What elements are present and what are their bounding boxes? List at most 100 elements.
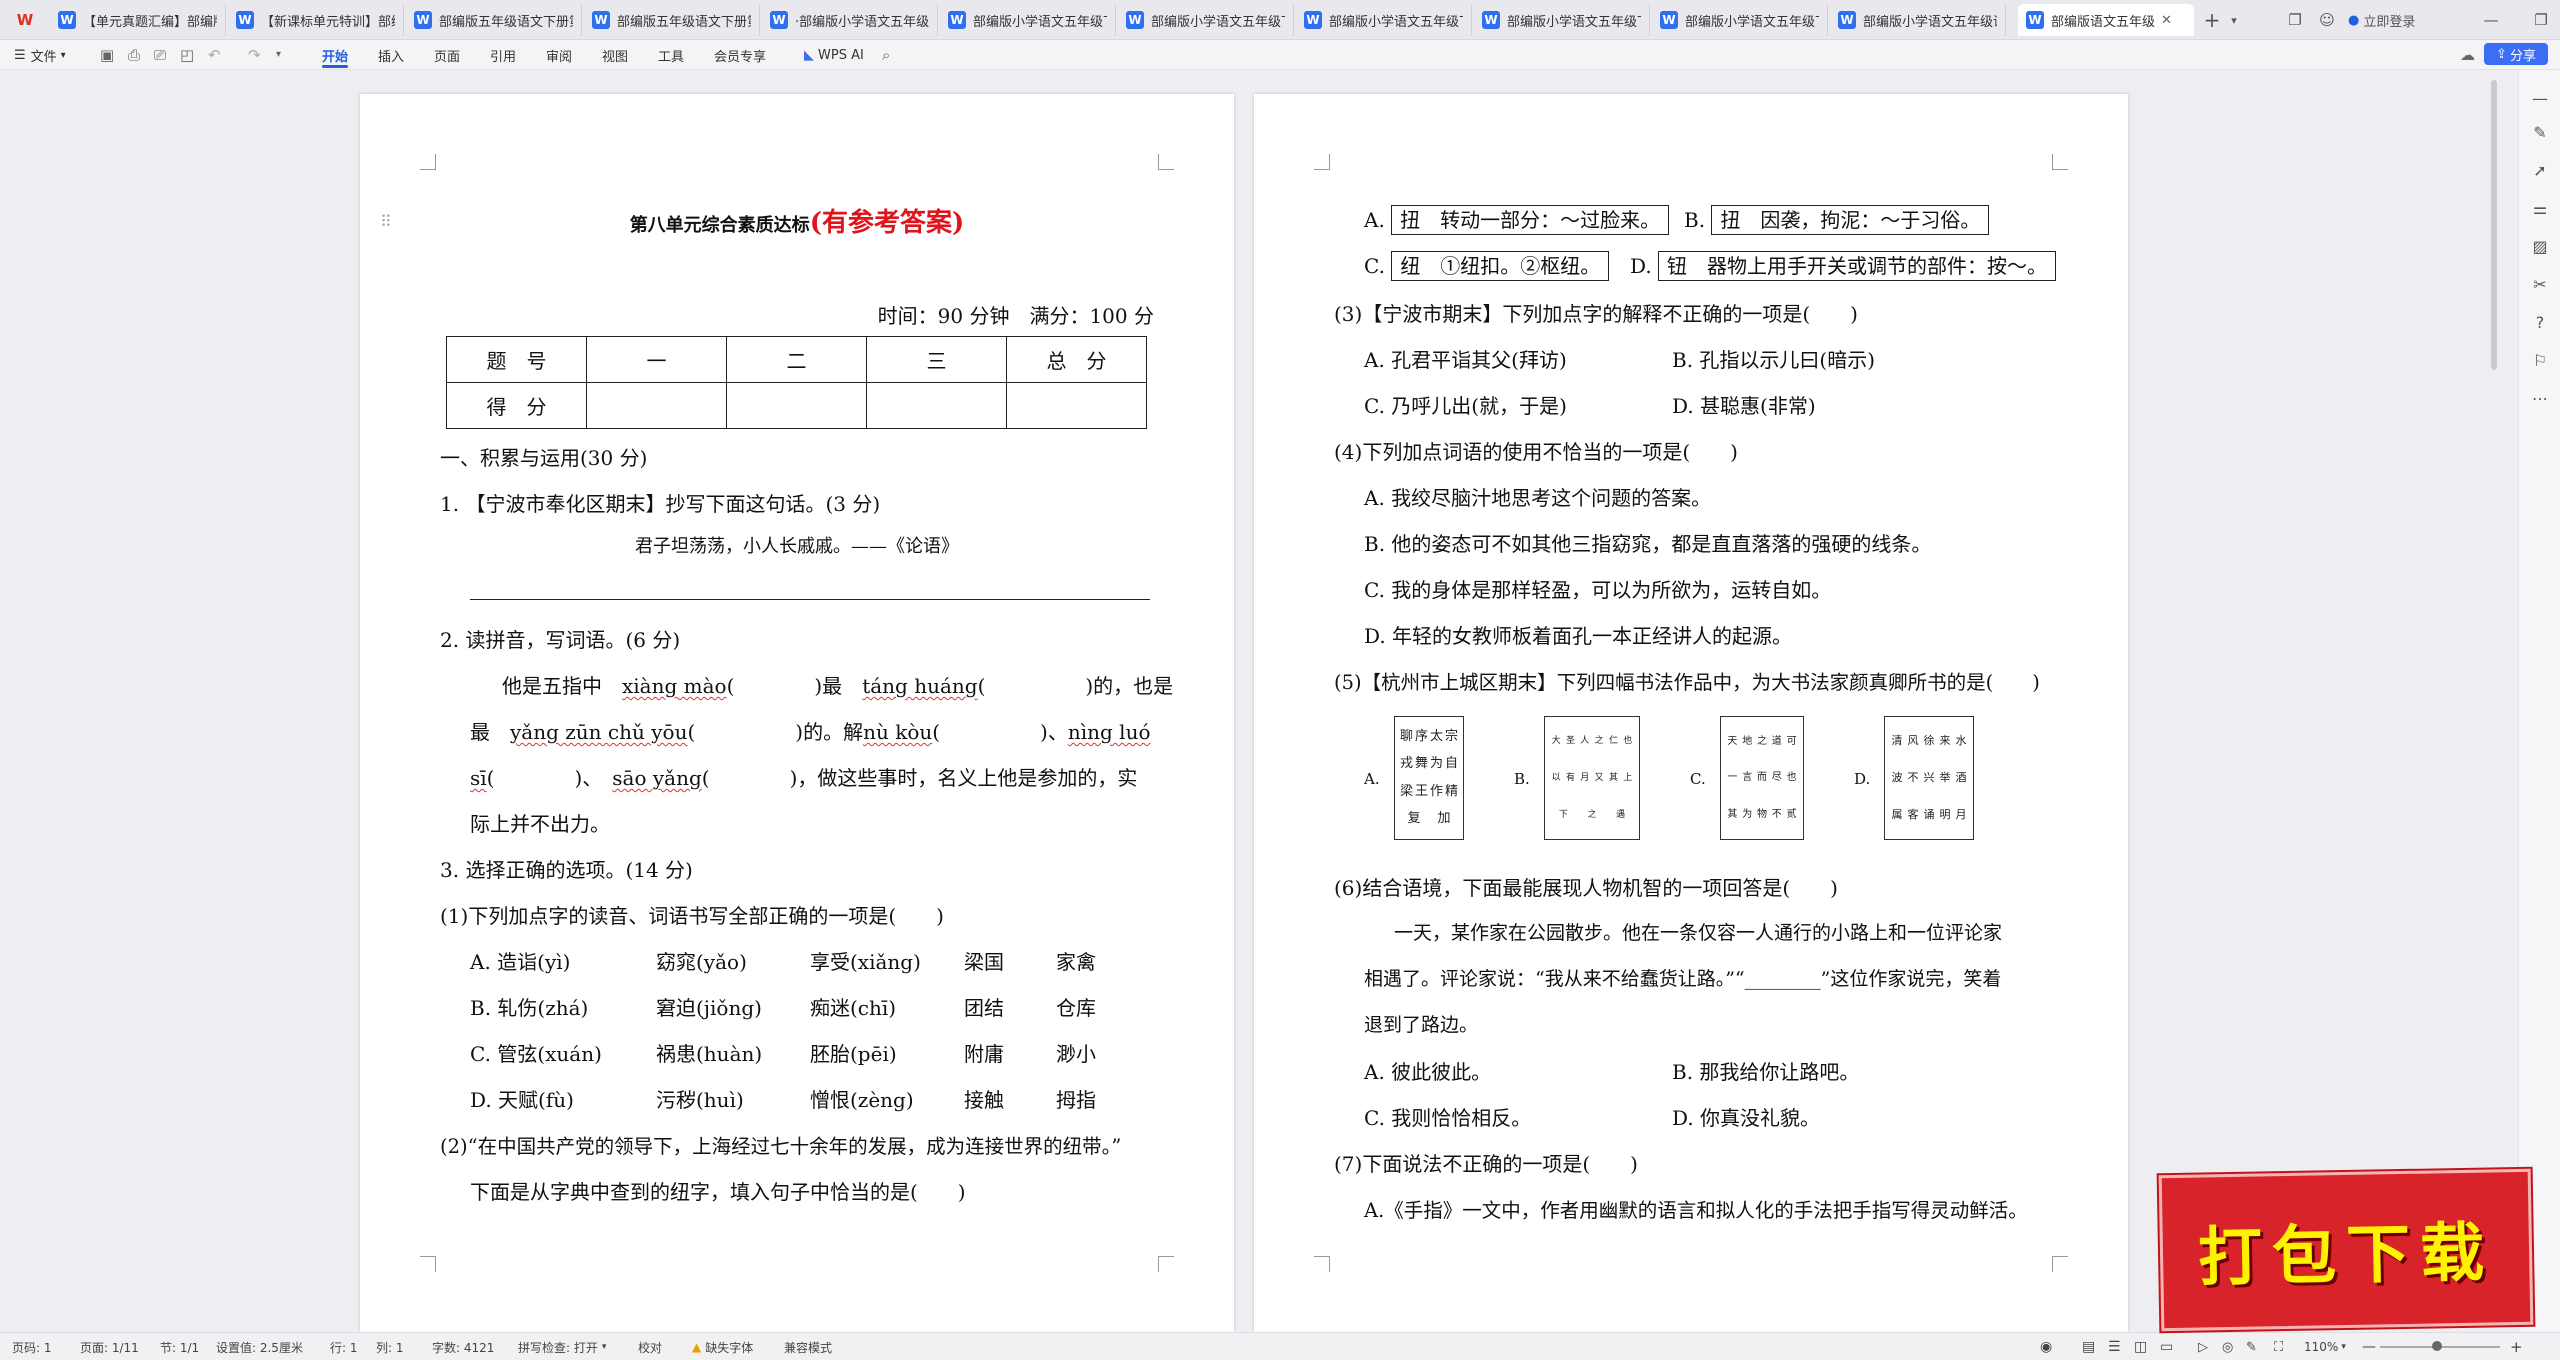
document-page-2[interactable]: A. 扭 转动一部分：～过脸来。 B. 扭 因袭，拘泥：～于习俗。 C. 纽 ①… xyxy=(1254,94,2128,1332)
table-cell[interactable] xyxy=(866,382,1007,429)
login-button[interactable]: ● 立即登录 xyxy=(2348,8,2458,32)
globe-icon[interactable]: ◎ xyxy=(2222,1333,2233,1360)
zoom-slider-knob[interactable] xyxy=(2432,1341,2442,1351)
tab-view[interactable]: 视图 xyxy=(602,40,628,70)
web-view-icon[interactable]: ◫ xyxy=(2134,1333,2147,1360)
tab-review[interactable]: 审阅 xyxy=(546,40,572,70)
search-icon[interactable]: ⌕ xyxy=(882,46,890,64)
tab-9[interactable]: W 部编版小学语文五年级下 xyxy=(1474,4,1650,36)
adjust-icon[interactable]: ⚌ xyxy=(2530,198,2550,218)
margin-corner xyxy=(2052,1256,2068,1272)
tab-layout[interactable]: 页面 xyxy=(434,40,460,70)
tab-10[interactable]: W 部编版小学语文五年级下 xyxy=(1652,4,1828,36)
pinyin-line-4: 际上并不出力。 xyxy=(470,812,610,836)
tab-references[interactable]: 引用 xyxy=(490,40,516,70)
calligraphy-image-a: 聊序太宗戎舞为自梁王作精复加 xyxy=(1394,716,1464,840)
new-tab-button[interactable]: + xyxy=(2200,8,2224,32)
chevron-down-icon[interactable]: ▾ xyxy=(2226,8,2242,32)
spell-check-toggle[interactable]: 拼写检查: 打开 ▾ xyxy=(518,1333,606,1360)
table-cell[interactable] xyxy=(1006,382,1147,429)
question-3-1: (1)下列加点字的读音、词语书写全部正确的一项是( ) xyxy=(440,904,944,928)
pinyin-line-3: sī( )、 sāo yǎng( )，做这些事时，名义上他是参加的，实 xyxy=(470,766,1138,790)
table-cell[interactable] xyxy=(726,382,867,429)
tab-3[interactable]: W 部编版五年级语文下册第 xyxy=(406,4,582,36)
page-view-icon[interactable]: ▤ xyxy=(2082,1333,2095,1360)
file-menu[interactable]: ☰ 文件 ▾ xyxy=(14,40,66,70)
undo-icon[interactable]: ↶ xyxy=(208,46,221,64)
zoom-in-icon[interactable]: + xyxy=(2510,1333,2523,1360)
tab-11[interactable]: W 部编版小学语文五年级语 xyxy=(1830,4,2006,36)
option-c-word: 渺小 xyxy=(1056,1042,1096,1066)
collapse-icon[interactable]: — xyxy=(2530,88,2550,108)
tab-8[interactable]: W 部编版小学语文五年级下 xyxy=(1296,4,1472,36)
proofread-button[interactable]: 校对 xyxy=(638,1333,662,1360)
save-icon[interactable]: ▣ xyxy=(100,46,114,64)
status-words[interactable]: 字数: 4121 xyxy=(432,1333,494,1360)
print-icon[interactable]: ⎚ xyxy=(154,46,166,64)
minimize-icon[interactable]: — xyxy=(2480,8,2502,32)
status-setting[interactable]: 设置值: 2.5厘米 xyxy=(216,1333,303,1360)
print-preview-icon[interactable]: ◰ xyxy=(180,46,194,64)
question-3-2-cont: 下面是从字典中查到的纽字，填入句子中恰当的是( ) xyxy=(470,1180,966,1204)
margin-corner xyxy=(420,1256,436,1272)
tab-4[interactable]: W 部编版五年级语文下册第 xyxy=(584,4,760,36)
chevron-down-icon[interactable]: ▾ xyxy=(276,49,281,60)
tab-2[interactable]: W 【新课标单元特训】部编 xyxy=(228,4,404,36)
select-icon[interactable]: ➚ xyxy=(2530,160,2550,180)
more-icon[interactable]: ⋯ xyxy=(2530,388,2550,408)
option-d: D. 天赋(fù) xyxy=(470,1088,574,1112)
tab-tools[interactable]: 工具 xyxy=(658,40,684,70)
share-button[interactable]: ⇪ 分享 xyxy=(2484,43,2548,65)
status-section[interactable]: 节: 1/1 xyxy=(160,1333,199,1360)
option-a-word: 窈窕(yǎo) xyxy=(656,950,747,974)
document-page-1[interactable]: ⠿ 第八单元综合素质达标(有参考答案) 时间：90 分钟 满分：100 分 题 … xyxy=(360,94,1234,1332)
chevron-down-icon: ▾ xyxy=(601,1342,607,1352)
option-d: D. 年轻的女教师板着面孔一本正经讲人的起源。 xyxy=(1364,624,1793,648)
skin-icon[interactable]: ☺ xyxy=(2316,8,2338,32)
tab-1[interactable]: W 【单元真题汇编】部编版 xyxy=(50,4,226,36)
status-row[interactable]: 行: 1 xyxy=(330,1333,358,1360)
help-icon[interactable]: ? xyxy=(2530,312,2550,332)
redo-icon[interactable]: ↷ xyxy=(248,46,261,64)
status-col[interactable]: 列: 1 xyxy=(376,1333,404,1360)
tab-7[interactable]: W 部编版小学语文五年级下 xyxy=(1118,4,1294,36)
table-cell[interactable] xyxy=(586,382,727,429)
status-pages[interactable]: 页面: 1/11 xyxy=(80,1333,139,1360)
option-b: B. 那我给你让路吧。 xyxy=(1672,1060,1860,1084)
document-icon: W xyxy=(948,11,966,29)
tab-member[interactable]: 会员专享 xyxy=(714,40,766,70)
close-tab-icon[interactable]: ✕ xyxy=(2161,13,2172,28)
zoom-out-icon[interactable]: — xyxy=(2362,1333,2376,1360)
bag-icon[interactable]: ⚐ xyxy=(2530,350,2550,370)
wps-logo-icon[interactable]: W xyxy=(14,8,36,32)
ribbon-menu-bar: ☰ 文件 ▾ ▣ ⎙ ⎚ ◰ ↶ ↷ ▾ 开始 插入 页面 引用 审阅 视图 工具 … xyxy=(0,40,2560,70)
status-page[interactable]: 页码: 1 xyxy=(12,1333,52,1360)
read-view-icon[interactable]: ▭ xyxy=(2160,1333,2173,1360)
fit-icon[interactable]: ⛶ xyxy=(2274,1333,2283,1360)
cloud-icon[interactable]: ☁ xyxy=(2460,46,2475,64)
missing-font-button[interactable]: ▲ 缺失字体 xyxy=(692,1333,753,1360)
export-pdf-icon[interactable]: ⎙ xyxy=(128,46,140,64)
title-tab-bar: W W 【单元真题汇编】部编版 W 【新课标单元特训】部编 W 部编版五年级语文下册第… xyxy=(0,0,2560,40)
scrollbar-thumb[interactable] xyxy=(2491,80,2497,370)
gallery-icon[interactable]: ▨ xyxy=(2530,236,2550,256)
maximize-icon[interactable]: ❐ xyxy=(2530,8,2552,32)
tab-active[interactable]: W 部编版语文五年级 ✕ xyxy=(2018,4,2194,36)
wps-ai-button[interactable]: ◣ WPS AI xyxy=(804,40,864,70)
vertical-scrollbar[interactable] xyxy=(2488,70,2500,1332)
tab-home[interactable]: 开始 xyxy=(322,40,349,70)
pen-icon[interactable]: ✎ xyxy=(2246,1333,2257,1360)
download-banner[interactable]: 打包下载 xyxy=(2158,1168,2534,1332)
answer-line[interactable] xyxy=(470,599,1150,600)
play-icon[interactable]: ▷ xyxy=(2198,1333,2208,1360)
question-3: 3. 选择正确的选项。(14 分) xyxy=(440,858,693,882)
pen-icon[interactable]: ✎ xyxy=(2530,122,2550,142)
tools-icon[interactable]: ✂ xyxy=(2530,274,2550,294)
tab-insert[interactable]: 插入 xyxy=(378,40,404,70)
zoom-level[interactable]: 110% ▾ xyxy=(2304,1333,2346,1360)
outline-view-icon[interactable]: ☰ xyxy=(2108,1333,2121,1360)
eye-protect-icon[interactable]: ◉ xyxy=(2040,1333,2052,1360)
tab-5[interactable]: W ·部编版小学语文五年级下 xyxy=(762,4,938,36)
tab-6[interactable]: W 部编版小学语文五年级下 xyxy=(940,4,1116,36)
window-icon[interactable]: ❐ xyxy=(2284,8,2306,32)
